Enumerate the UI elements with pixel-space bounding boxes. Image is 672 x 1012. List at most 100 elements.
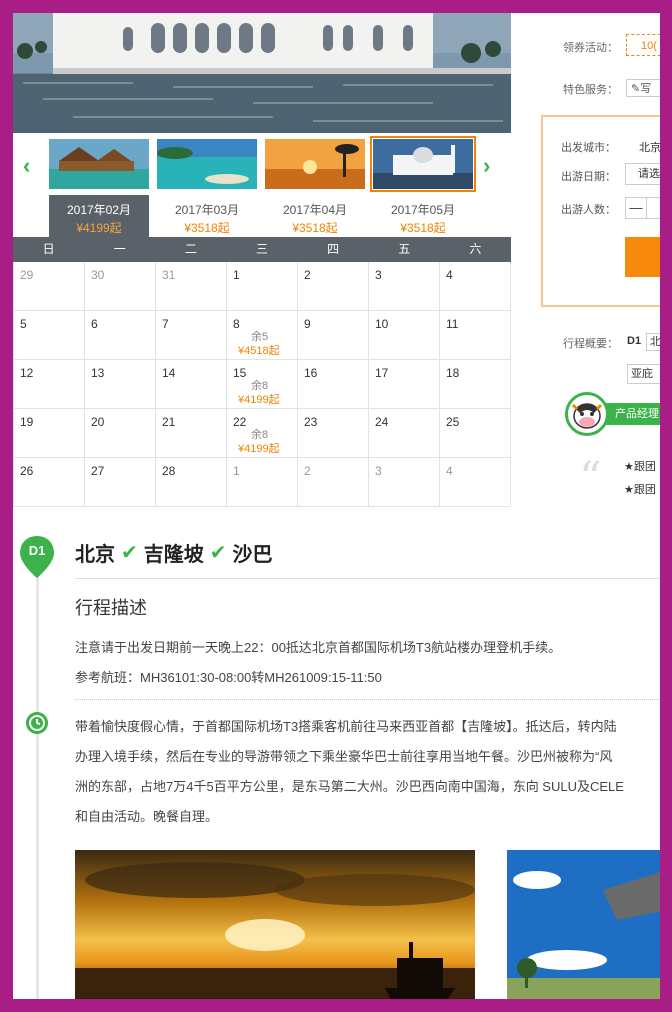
- day-price: ¥4199起: [238, 443, 280, 455]
- thumbnail-sunset[interactable]: [265, 139, 365, 189]
- day-number-label: 23: [304, 415, 318, 429]
- hero-image-mosque: [13, 13, 511, 133]
- day-number: D1: [28, 543, 46, 558]
- thumbnail-resort[interactable]: [49, 139, 149, 189]
- weekday-label: 二: [184, 242, 197, 256]
- calendar-grid: 29 30 31 1 2 3 4 5 6 7 8 余5 ¥4518起 9 10 11 12 13 14 15 余8 ¥41…: [13, 262, 511, 507]
- calendar-week-row: 5 6 7 8 余5 ¥4518起 9 10 11: [13, 311, 511, 360]
- calendar-week-row: 29 30 31 1 2 3 4: [13, 262, 511, 311]
- departure-city-label: 出发城市：: [561, 142, 616, 154]
- book-now-button[interactable]: [625, 237, 660, 277]
- day-number-label: 31: [162, 268, 176, 282]
- coupon-badge[interactable]: 10(: [626, 34, 660, 56]
- day-number-label: 11: [446, 317, 459, 331]
- trip-summary-city-tag[interactable]: 北: [646, 333, 660, 351]
- itinerary-paragraph-line: 和自由活动。晚餐自理。: [75, 809, 219, 824]
- calendar-day: 25: [440, 409, 511, 458]
- next-arrow-icon[interactable]: ›: [483, 153, 490, 179]
- day-number-label: 18: [446, 366, 460, 380]
- calendar-week-row: 19 20 21 22 余8 ¥4199起 23 24 25: [13, 409, 511, 458]
- description-title: 行程描述: [75, 598, 147, 618]
- weekday-header: 日 一 二 三 四 五 六: [13, 237, 511, 262]
- month-tab[interactable]: 2017年03月 ¥3518起: [157, 195, 257, 237]
- day-number-label: 4: [446, 268, 453, 282]
- day-number-label: 30: [91, 268, 105, 282]
- itinerary-paragraph-line: 洲的东部，占地7万4千5百平方公里，是东马第二大州。沙巴西向南中国海，东向 SU…: [75, 779, 624, 794]
- day-number-label: 4: [446, 464, 453, 478]
- day-price: ¥4199起: [238, 394, 280, 406]
- calendar-day: 19: [13, 409, 85, 458]
- travel-date-label: 出游日期：: [561, 171, 616, 183]
- cow-mascot-avatar: [565, 392, 609, 436]
- travelers-quantity-input[interactable]: [646, 197, 660, 219]
- day-number-label: 19: [20, 415, 34, 429]
- check-icon: ✔: [121, 542, 138, 564]
- month-label: 2017年05月: [390, 203, 456, 217]
- day-number-label: 10: [375, 317, 389, 331]
- day-number-label: 15: [233, 366, 247, 380]
- thumbnail-mosque[interactable]: [370, 136, 476, 192]
- travel-date-select[interactable]: 请选: [625, 163, 660, 185]
- calendar-day: 1: [227, 262, 298, 311]
- calendar-day-available[interactable]: 15 余8 ¥4199起: [227, 360, 298, 409]
- day-number-label: 29: [20, 268, 34, 282]
- day-number-label: 25: [446, 415, 460, 429]
- month-price: ¥3518起: [292, 221, 338, 235]
- trip-summary-label: 行程概要：: [563, 338, 618, 350]
- trip-summary-day: D1: [627, 335, 642, 347]
- calendar-day: 3: [369, 458, 440, 507]
- month-tab[interactable]: 2017年04月 ¥3518起: [265, 195, 365, 237]
- day-number-label: 2: [304, 268, 311, 282]
- timeline-line: [36, 573, 39, 999]
- month-tabs: 2017年02月 ¥4199起 2017年03月 ¥3518起 2017年04月…: [13, 195, 511, 237]
- day-number-label: 21: [162, 415, 176, 429]
- calendar-day: 21: [156, 409, 227, 458]
- departure-city-value[interactable]: 北京: [639, 139, 660, 155]
- month-label: 2017年02月: [66, 203, 132, 217]
- day-number-label: 5: [20, 317, 27, 331]
- decrement-button[interactable]: —: [625, 197, 647, 219]
- calendar-day: 30: [85, 262, 156, 311]
- month-price: ¥3518起: [400, 221, 446, 235]
- day-number-label: 12: [20, 366, 34, 380]
- day-number-label: 20: [91, 415, 105, 429]
- route-city: 沙巴: [232, 544, 273, 566]
- calendar-day: 9: [298, 311, 369, 360]
- month-label: 2017年03月: [174, 203, 240, 217]
- dotted-divider: [75, 699, 660, 700]
- day-number-label: 13: [91, 366, 105, 380]
- day-number-label: 3: [375, 268, 382, 282]
- quote-icon: “: [579, 453, 602, 504]
- calendar-day: 31: [156, 262, 227, 311]
- day-number-label: 26: [20, 464, 34, 478]
- route-title: 北京 ✔ 吉隆坡 ✔ 沙巴: [75, 538, 273, 567]
- itinerary-paragraph-line: 办理入境手续，然后在专业的导游带领之下乘坐豪华巴士前往享用当地午餐。沙巴州被称为…: [75, 749, 613, 764]
- itinerary-paragraph-line: 带着愉快度假心情，于首都国际机场T3搭乘客机前往马来西亚首都【吉隆坡】。抵达后，…: [75, 719, 617, 734]
- calendar-week-row: 12 13 14 15 余8 ¥4199起 16 17 18: [13, 360, 511, 409]
- day-number-label: 28: [162, 464, 176, 478]
- day-number-label: 2: [304, 464, 311, 478]
- trip-summary-city-tag[interactable]: 亚庇: [627, 364, 660, 384]
- prev-arrow-icon[interactable]: ‹: [23, 153, 30, 179]
- month-label: 2017年04月: [282, 203, 348, 217]
- write-review-button[interactable]: ✎写: [626, 79, 660, 97]
- calendar-day-available[interactable]: 8 余5 ¥4518起: [227, 311, 298, 360]
- month-price: ¥3518起: [184, 221, 230, 235]
- calendar-day: 7: [156, 311, 227, 360]
- month-tab[interactable]: 2017年02月 ¥4199起: [49, 195, 149, 237]
- photo-sunset-boat: [75, 850, 475, 999]
- calendar-day: 2: [298, 458, 369, 507]
- thumbnail-carousel: ‹ ›: [13, 133, 511, 195]
- month-tab[interactable]: 2017年05月 ¥3518起: [373, 195, 473, 237]
- calendar-day: 29: [13, 262, 85, 311]
- month-price: ¥4199起: [76, 221, 122, 235]
- service-value: 写: [640, 83, 652, 95]
- calendar-day: 5: [13, 311, 85, 360]
- weekday-label: 一: [113, 242, 126, 256]
- calendar-day-available[interactable]: 22 余8 ¥4199起: [227, 409, 298, 458]
- checkin-notice: 注意请于出发日期前一天晚上22：00抵达北京首都国际机场T3航站楼办理登机手续。: [75, 640, 562, 655]
- thumbnail-beach[interactable]: [157, 139, 257, 189]
- day-number-label: 14: [162, 366, 176, 380]
- check-icon: ✔: [209, 542, 227, 564]
- calendar-day: 6: [85, 311, 156, 360]
